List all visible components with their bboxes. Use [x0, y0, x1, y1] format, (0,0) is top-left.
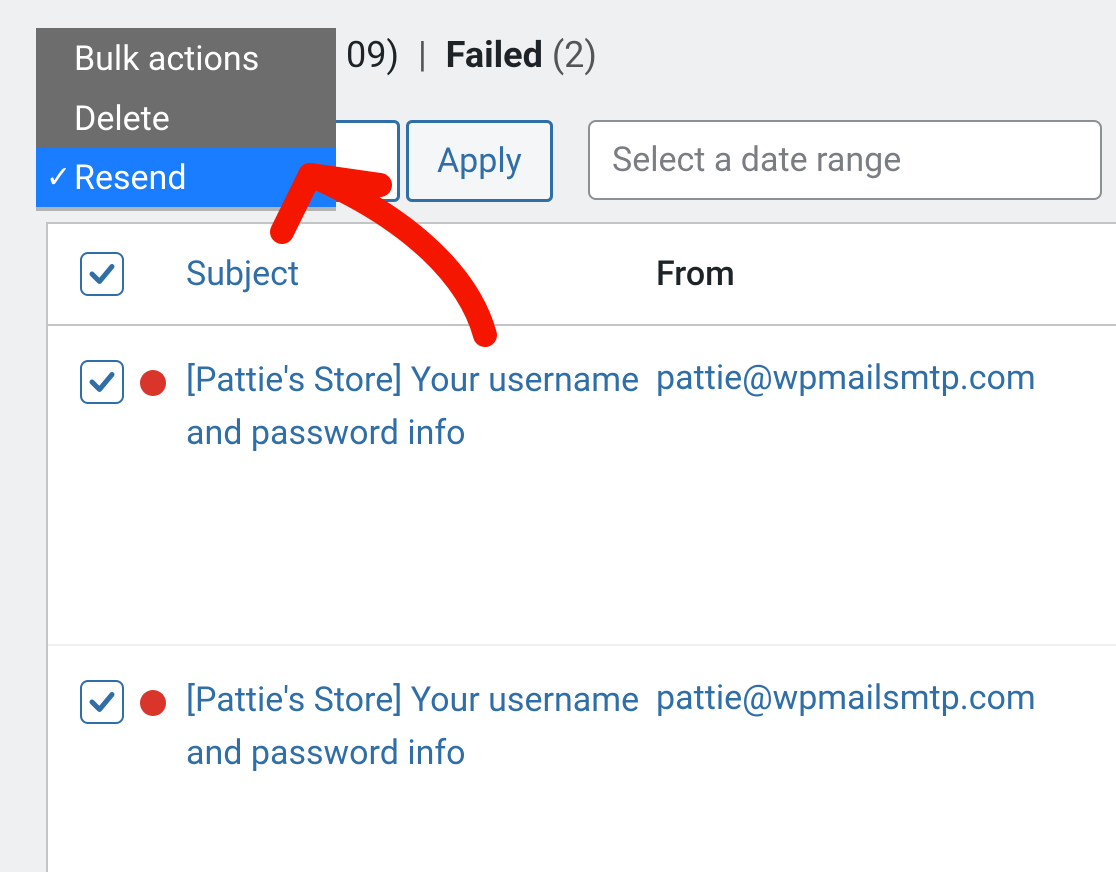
- email-subject-link[interactable]: [Pattie's Store] Your username and passw…: [186, 354, 656, 459]
- email-log-table: Subject From [Pattie's Store] Your user: [46, 222, 1116, 872]
- date-range-input[interactable]: Select a date range: [588, 120, 1102, 200]
- table-row: [Pattie's Store] Your username and passw…: [48, 326, 1116, 646]
- status-failed-icon: [140, 370, 166, 396]
- check-icon: [87, 687, 117, 717]
- bulk-option-bulk-actions[interactable]: Bulk actions: [36, 28, 336, 88]
- column-header-subject[interactable]: Subject: [186, 254, 656, 294]
- status-failed-icon: [140, 690, 166, 716]
- row-checkbox[interactable]: [80, 360, 124, 404]
- column-header-from[interactable]: From: [656, 254, 1116, 294]
- toolbar: 09) | Failed (2) Bulk actions Delete Res…: [36, 28, 1116, 198]
- filter-failed-label[interactable]: Failed: [446, 34, 543, 76]
- row-checkbox[interactable]: [80, 680, 124, 724]
- check-icon: [87, 259, 117, 289]
- select-all-checkbox[interactable]: [80, 252, 124, 296]
- bulk-actions-dropdown[interactable]: Bulk actions Delete Resend: [36, 28, 336, 207]
- email-from: pattie@wpmailsmtp.com: [656, 354, 1116, 398]
- apply-button[interactable]: Apply: [406, 120, 553, 202]
- filter-tabs: 09) | Failed (2): [346, 34, 597, 76]
- table-header: Subject From: [48, 224, 1116, 326]
- bulk-option-delete[interactable]: Delete: [36, 88, 336, 148]
- bulk-option-resend[interactable]: Resend: [36, 147, 336, 207]
- check-icon: [87, 367, 117, 397]
- table-row: [Pattie's Store] Your username and passw…: [48, 646, 1116, 872]
- table-body: [Pattie's Store] Your username and passw…: [48, 326, 1116, 872]
- filter-separator: |: [418, 34, 427, 76]
- filter-partial-count: 09): [346, 34, 399, 76]
- email-subject-link[interactable]: [Pattie's Store] Your username and passw…: [186, 674, 656, 779]
- email-from: pattie@wpmailsmtp.com: [656, 674, 1116, 718]
- filter-failed-count: (2): [552, 34, 597, 76]
